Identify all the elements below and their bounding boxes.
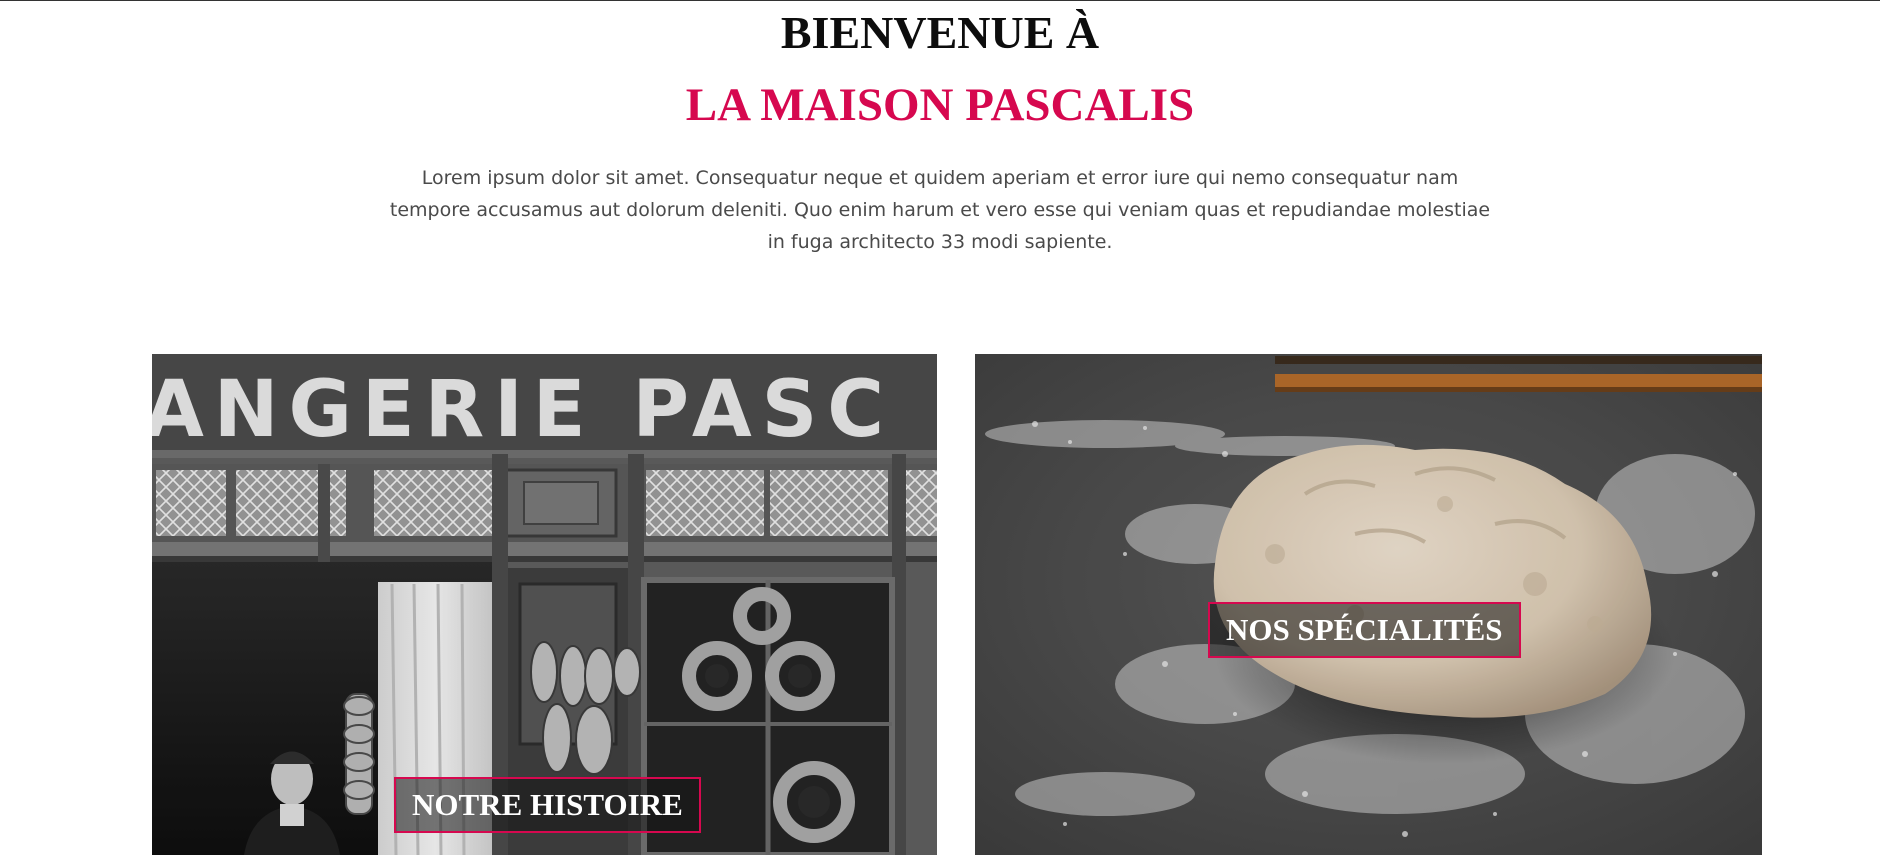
history-label[interactable]: NOTRE HISTOIRE: [394, 777, 701, 833]
brand-title: LA MAISON PASCALIS: [685, 79, 1195, 131]
intro-paragraph: Lorem ipsum dolor sit amet. Consequatur …: [389, 167, 1491, 253]
specialties-label[interactable]: NOS SPÉCIALITÉS: [1208, 602, 1521, 658]
specialties-card[interactable]: NOS SPÉCIALITÉS: [975, 354, 1762, 855]
top-divider: [0, 0, 1880, 1]
welcome-title: BIENVENUE À: [780, 7, 1100, 58]
history-card[interactable]: ANGERIE PASC NOTRE HISTOIRE: [152, 354, 937, 855]
